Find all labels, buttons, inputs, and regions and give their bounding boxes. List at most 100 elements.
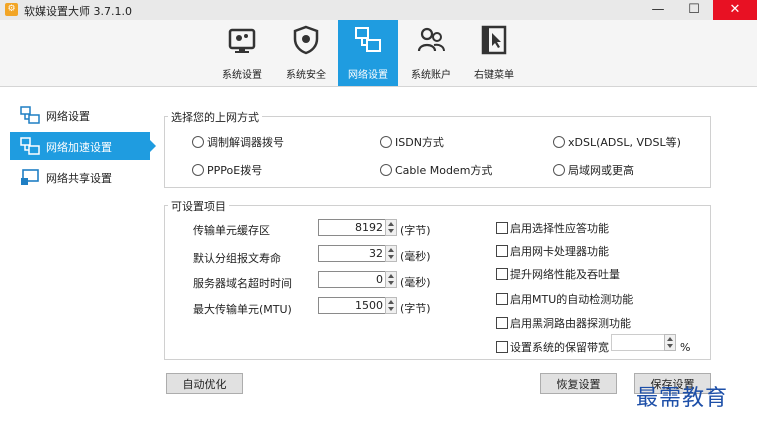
radio-isdn[interactable]: ISDN方式 <box>380 134 444 150</box>
network-settings-icon <box>20 106 40 124</box>
stepper-arrows[interactable] <box>385 245 397 262</box>
radio-circle <box>553 164 565 176</box>
checkbox-label: 启用黑洞路由器探测功能 <box>510 317 631 330</box>
dns-timeout-stepper[interactable]: 0 <box>318 271 398 288</box>
tab-system-settings[interactable]: 系统设置 <box>212 20 272 86</box>
checkbox-box[interactable] <box>496 222 508 234</box>
checkbox-throughput[interactable]: 提升网络性能及吞吐量 <box>496 266 620 282</box>
network-share-icon <box>21 169 39 185</box>
field-label: 最大传输单元(MTU) <box>193 303 292 316</box>
connection-type-legend: 选择您的上网方式 <box>168 109 262 125</box>
checkbox-box[interactable] <box>496 293 508 305</box>
stepper-value[interactable]: 8192 <box>318 219 386 236</box>
sidebar-item-network-settings[interactable]: 网络设置 <box>10 101 150 129</box>
checkbox-selective-ack[interactable]: 启用选择性应答功能 <box>496 220 609 236</box>
stepper-value[interactable] <box>611 334 665 351</box>
main-toolbar: 系统设置 系统安全 网络设置 系统账户 右键菜单 <box>0 20 757 87</box>
spin-down-icon[interactable] <box>388 281 394 285</box>
radio-xdsl[interactable]: xDSL(ADSL, VDSL等) <box>553 134 681 150</box>
window-title: 软媒设置大师 3.7.1.0 <box>24 5 132 18</box>
radio-circle <box>380 136 392 148</box>
stepper-value[interactable]: 0 <box>318 271 386 288</box>
radio-circle <box>553 136 565 148</box>
users-icon <box>417 27 445 52</box>
stepper-value[interactable]: 1500 <box>318 297 386 314</box>
radio-label: PPPoE拨号 <box>207 164 263 177</box>
packet-ttl-stepper[interactable]: 32 <box>318 245 398 262</box>
spin-down-icon[interactable] <box>667 344 673 348</box>
field-unit: (毫秒) <box>400 250 431 263</box>
stepper-arrows[interactable] <box>385 297 397 314</box>
spin-up-icon[interactable] <box>388 300 394 304</box>
checkbox-label: 启用MTU的自动检测功能 <box>510 293 634 306</box>
checkbox-reserved-bandwidth[interactable]: 设置系统的保留带宽 <box>496 339 609 355</box>
app-logo-icon: ⚙ <box>5 3 18 16</box>
sidebar-item-label: 网络共享设置 <box>46 172 112 185</box>
spin-down-icon[interactable] <box>388 255 394 259</box>
radio-label: 调制解调器拨号 <box>207 136 284 149</box>
watermark-text: 最需教育 <box>636 386 729 411</box>
maximize-button[interactable]: ☐ <box>676 0 712 20</box>
spin-up-icon[interactable] <box>388 248 394 252</box>
checkbox-box[interactable] <box>496 245 508 257</box>
stepper-arrows[interactable] <box>664 334 676 351</box>
network-accelerate-icon <box>20 137 40 155</box>
radio-pppoe[interactable]: PPPoE拨号 <box>192 162 262 178</box>
mtu-stepper[interactable]: 1500 <box>318 297 398 314</box>
checkbox-label: 启用选择性应答功能 <box>510 222 609 235</box>
tab-system-security[interactable]: 系统安全 <box>276 20 336 86</box>
sidebar-item-label: 网络设置 <box>46 110 90 123</box>
field-unit: (字节) <box>400 224 431 237</box>
tab-context-menu[interactable]: 右键菜单 <box>464 20 524 86</box>
close-button[interactable]: ✕ <box>713 0 757 20</box>
radio-cable-modem[interactable]: Cable Modem方式 <box>380 162 492 178</box>
tab-label: 系统账户 <box>411 70 451 81</box>
cursor-menu-icon <box>481 25 507 55</box>
spin-down-icon[interactable] <box>388 229 394 233</box>
minimize-button[interactable]: — <box>640 0 676 20</box>
checkbox-label: 设置系统的保留带宽 <box>510 341 609 354</box>
spin-up-icon[interactable] <box>388 222 394 226</box>
stepper-arrows[interactable] <box>385 271 397 288</box>
tab-system-accounts[interactable]: 系统账户 <box>401 20 461 86</box>
tab-label: 系统设置 <box>222 70 262 81</box>
shield-icon <box>293 25 319 55</box>
auto-optimize-button[interactable]: 自动优化 <box>166 373 243 394</box>
checkbox-box[interactable] <box>496 317 508 329</box>
radio-label: ISDN方式 <box>395 136 444 149</box>
spin-down-icon[interactable] <box>388 307 394 311</box>
field-unit: (字节) <box>400 302 431 315</box>
settings-icon <box>228 28 256 53</box>
tab-label: 系统安全 <box>286 70 326 81</box>
sidebar-item-network-share[interactable]: 网络共享设置 <box>10 163 150 191</box>
spin-up-icon[interactable] <box>667 337 673 341</box>
radio-label: xDSL(ADSL, VDSL等) <box>568 136 681 149</box>
checkbox-label: 提升网络性能及吞吐量 <box>510 268 620 281</box>
checkbox-box[interactable] <box>496 268 508 280</box>
checkbox-label: 启用网卡处理器功能 <box>510 245 609 258</box>
title-bar: ⚙ 软媒设置大师 3.7.1.0 — ☐ ✕ <box>0 0 757 20</box>
field-unit: (毫秒) <box>400 276 431 289</box>
checkbox-nic-offload[interactable]: 启用网卡处理器功能 <box>496 243 609 259</box>
field-label: 传输单元缓存区 <box>193 224 270 237</box>
network-icon <box>355 27 381 52</box>
checkbox-blackhole-detect[interactable]: 启用黑洞路由器探测功能 <box>496 315 631 331</box>
mtu-buffer-stepper[interactable]: 8192 <box>318 219 398 236</box>
radio-lan[interactable]: 局域网或更高 <box>553 162 634 178</box>
radio-modem-dialup[interactable]: 调制解调器拨号 <box>192 134 284 150</box>
stepper-value[interactable]: 32 <box>318 245 386 262</box>
tab-network-settings[interactable]: 网络设置 <box>338 20 398 86</box>
checkbox-mtu-autodetect[interactable]: 启用MTU的自动检测功能 <box>496 291 633 307</box>
radio-circle <box>380 164 392 176</box>
sidebar-item-label: 网络加速设置 <box>46 141 112 154</box>
sidebar-item-network-accelerate[interactable]: 网络加速设置 <box>10 132 156 160</box>
restore-settings-button[interactable]: 恢复设置 <box>540 373 617 394</box>
stepper-arrows[interactable] <box>385 219 397 236</box>
checkbox-box[interactable] <box>496 341 508 353</box>
tab-label: 网络设置 <box>348 70 388 81</box>
radio-circle <box>192 136 204 148</box>
spin-up-icon[interactable] <box>388 274 394 278</box>
bandwidth-stepper[interactable] <box>611 334 677 351</box>
active-indicator-arrow <box>150 140 156 152</box>
field-label: 默认分组报文寿命 <box>193 252 281 265</box>
